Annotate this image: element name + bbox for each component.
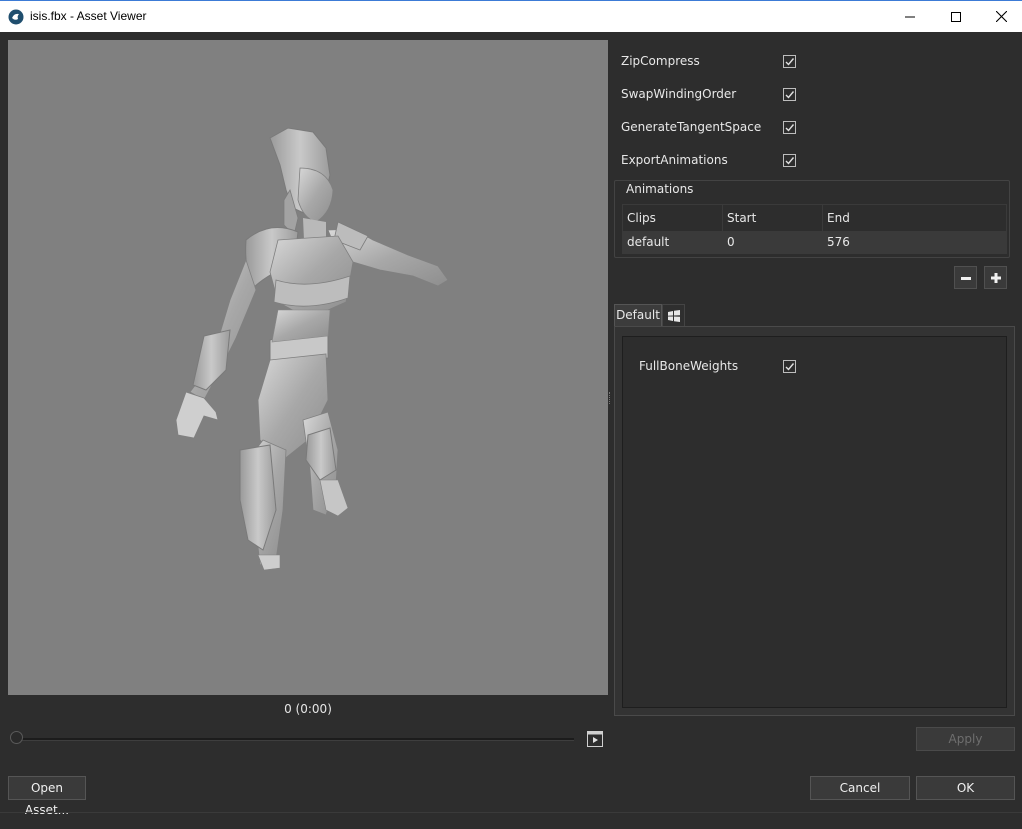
- column-header-start[interactable]: Start: [723, 205, 823, 231]
- character-model-render: [175, 127, 449, 571]
- export-animations-label: ExportAnimations: [621, 153, 728, 167]
- tab-windows[interactable]: [662, 304, 685, 326]
- check-icon: [785, 124, 795, 132]
- zip-compress-label: ZipCompress: [621, 54, 700, 68]
- close-button[interactable]: [978, 1, 1022, 32]
- check-icon: [785, 363, 795, 371]
- zip-compress-checkbox[interactable]: [783, 55, 796, 68]
- generate-tangent-space-label: GenerateTangentSpace: [621, 120, 762, 134]
- export-animations-checkbox[interactable]: [783, 154, 796, 167]
- check-icon: [785, 91, 795, 99]
- platform-settings-panel: [622, 336, 1007, 708]
- splitter-handle[interactable]: [609, 392, 613, 404]
- swap-winding-order-label: SwapWindingOrder: [621, 87, 737, 101]
- remove-clip-button[interactable]: [954, 266, 977, 289]
- minimize-icon: [905, 16, 915, 17]
- close-icon: [995, 11, 1007, 22]
- minimize-button[interactable]: [887, 1, 933, 32]
- clip-end-cell[interactable]: 576: [823, 231, 927, 253]
- window-title: isis.fbx - Asset Viewer: [30, 9, 147, 23]
- full-bone-weights-label: FullBoneWeights: [639, 359, 739, 373]
- clip-name-cell[interactable]: default: [623, 231, 727, 253]
- swap-winding-order-checkbox[interactable]: [783, 88, 796, 101]
- ok-button[interactable]: OK: [916, 776, 1015, 800]
- play-animation-icon[interactable]: [587, 731, 603, 747]
- tab-default[interactable]: Default: [614, 304, 662, 326]
- cancel-button[interactable]: Cancel: [810, 776, 910, 800]
- apply-button[interactable]: Apply: [916, 727, 1015, 751]
- app-icon: [8, 9, 24, 25]
- model-viewport[interactable]: [8, 40, 608, 695]
- windows-icon: [667, 309, 680, 322]
- open-asset-button[interactable]: Open Asset...: [8, 776, 86, 817]
- maximize-button[interactable]: [933, 1, 979, 32]
- animation-clips-table: Clips Start End default 0 576: [622, 204, 1007, 254]
- column-header-clips[interactable]: Clips: [623, 205, 723, 231]
- check-icon: [785, 58, 795, 66]
- generate-tangent-space-checkbox[interactable]: [783, 121, 796, 134]
- status-divider: [0, 812, 1022, 813]
- frame-time-label: 0 (0:00): [284, 702, 332, 716]
- timeline-slider-handle[interactable]: [10, 731, 23, 744]
- check-icon: [785, 157, 795, 165]
- minus-icon: [960, 276, 971, 280]
- table-row[interactable]: default 0 576: [623, 231, 1006, 253]
- title-bar: isis.fbx - Asset Viewer: [0, 0, 1022, 32]
- full-bone-weights-checkbox[interactable]: [783, 360, 796, 373]
- add-clip-button[interactable]: [984, 266, 1007, 289]
- timeline-slider-track[interactable]: [16, 738, 574, 741]
- plus-icon: [990, 272, 1001, 283]
- animations-group-title: Animations: [622, 182, 698, 196]
- clip-start-cell[interactable]: 0: [723, 231, 827, 253]
- column-header-end[interactable]: End: [823, 205, 1006, 231]
- maximize-icon: [951, 11, 961, 22]
